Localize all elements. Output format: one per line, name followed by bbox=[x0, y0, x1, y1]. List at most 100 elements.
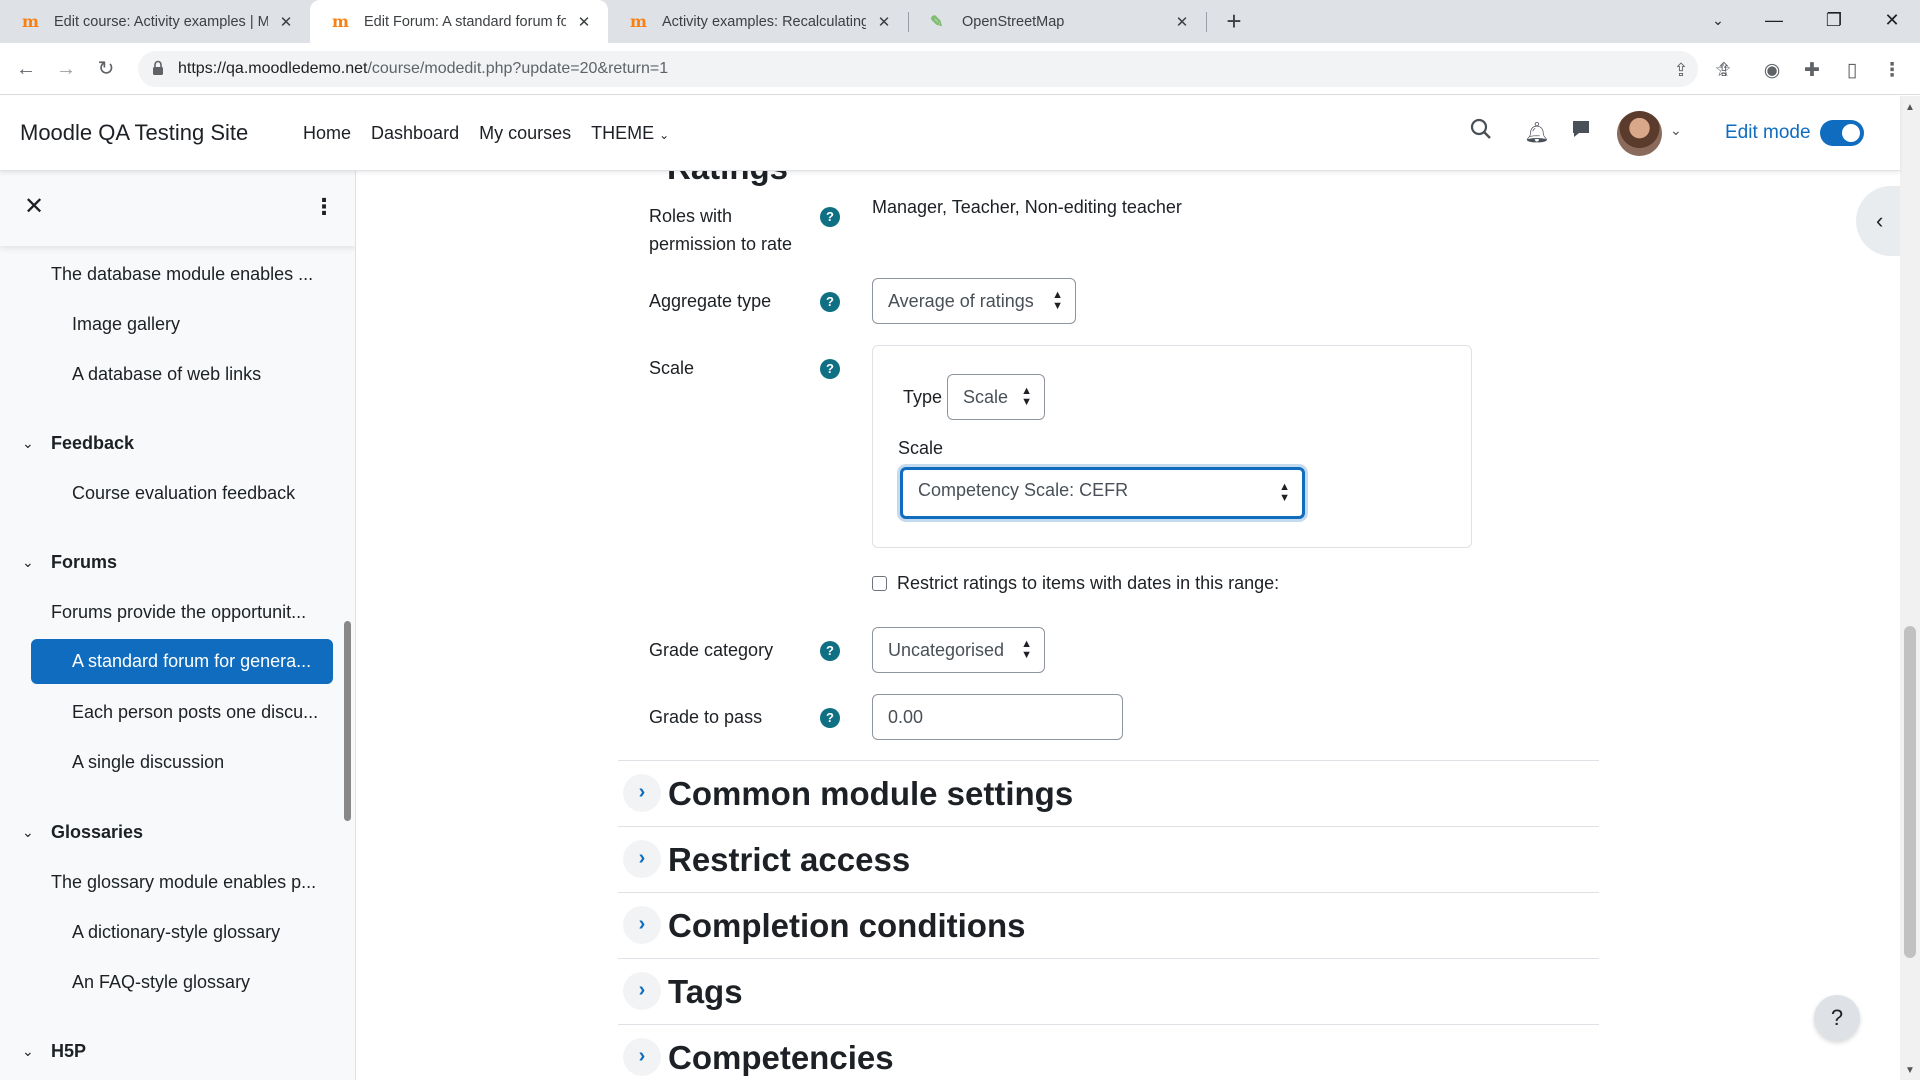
reload-icon[interactable]: ↻ bbox=[90, 53, 122, 85]
section-common-module-settings[interactable]: › Common module settings bbox=[618, 760, 1599, 826]
scale-select[interactable]: Competency Scale: CEFR ▲ ▼ bbox=[900, 467, 1305, 519]
course-index-item-active[interactable]: A standard forum for genera... bbox=[31, 639, 333, 684]
grade-to-pass-label: Grade to pass bbox=[649, 707, 763, 727]
window-close-button[interactable]: ✕ bbox=[1864, 0, 1920, 43]
close-drawer-icon[interactable]: ✕ bbox=[20, 193, 48, 221]
restore-button[interactable]: ❐ bbox=[1806, 0, 1862, 43]
chevron-down-icon[interactable]: ⌄ bbox=[1670, 122, 1682, 139]
chevron-left-icon: ‹ bbox=[1876, 208, 1884, 233]
lock-icon bbox=[153, 60, 163, 75]
browser-tab[interactable]: m Edit course: Activity examples | M ✕ bbox=[0, 0, 310, 43]
grade-category-select[interactable]: Uncategorised ▲ ▼ bbox=[872, 627, 1045, 673]
close-icon[interactable]: ✕ bbox=[1172, 13, 1192, 31]
bell-icon[interactable]: 🔔︎ bbox=[1522, 118, 1552, 148]
section-glossaries[interactable]: ⌄ Glossaries bbox=[22, 822, 143, 843]
restrict-ratings-checkbox[interactable] bbox=[872, 576, 887, 591]
minimize-button[interactable]: — bbox=[1746, 0, 1802, 43]
select-value: Competency Scale: CEFR bbox=[918, 480, 1129, 500]
tab-separator bbox=[1206, 12, 1207, 32]
course-index-item[interactable]: The database module enables ... bbox=[51, 264, 341, 285]
drawer-scrollbar[interactable] bbox=[344, 621, 351, 821]
section-completion-conditions[interactable]: › Completion conditions bbox=[618, 892, 1599, 958]
section-tags[interactable]: › Tags bbox=[618, 958, 1599, 1024]
select-arrows-icon: ▲ ▼ bbox=[1021, 638, 1032, 661]
kebab-menu-icon[interactable]: ⋮ bbox=[310, 193, 338, 221]
chevron-right-icon[interactable]: › bbox=[623, 1038, 661, 1076]
search-icon[interactable] bbox=[1466, 118, 1496, 148]
course-index-item[interactable]: A database of web links bbox=[72, 364, 342, 385]
forward-icon[interactable]: → bbox=[50, 53, 82, 85]
course-index-item[interactable]: An FAQ-style glossary bbox=[72, 972, 342, 993]
new-tab-button[interactable]: + bbox=[1218, 6, 1250, 38]
scroll-down-icon[interactable]: ▼ bbox=[1905, 1065, 1915, 1076]
section-h5p[interactable]: ⌄ H5P bbox=[22, 1041, 86, 1062]
close-icon[interactable]: ✕ bbox=[276, 13, 296, 31]
roles-value: Manager, Teacher, Non-editing teacher bbox=[872, 197, 1182, 217]
section-title[interactable]: Common module settings bbox=[668, 775, 1073, 813]
select-value: Average of ratings bbox=[888, 291, 1034, 311]
chevron-right-icon[interactable]: › bbox=[623, 840, 661, 878]
share-icon[interactable]: ⇪ bbox=[1671, 60, 1691, 80]
page-scrollbar[interactable]: ▲ ▼ bbox=[1900, 96, 1920, 1080]
close-icon[interactable]: ✕ bbox=[574, 13, 594, 31]
url-host: https://qa.moodledemo.net bbox=[178, 60, 368, 77]
section-title[interactable]: Completion conditions bbox=[668, 907, 1025, 945]
scrollbar-thumb[interactable] bbox=[1904, 626, 1916, 958]
tab-search-icon[interactable]: ⌄ bbox=[1690, 0, 1746, 43]
chevron-right-icon[interactable]: › bbox=[623, 906, 661, 944]
back-icon[interactable]: ← bbox=[10, 53, 42, 85]
course-index-item[interactable]: Forums provide the opportunit... bbox=[51, 602, 341, 623]
help-icon[interactable]: ? bbox=[820, 292, 840, 312]
edit-mode-label: Edit mode bbox=[1725, 122, 1811, 143]
course-index-item[interactable]: The glossary module enables p... bbox=[51, 872, 341, 893]
help-button[interactable]: ? bbox=[1814, 995, 1860, 1041]
chevron-right-icon[interactable]: › bbox=[623, 774, 661, 812]
puzzle-icon[interactable]: ✚ bbox=[1800, 60, 1824, 84]
section-title[interactable]: Competencies bbox=[668, 1039, 894, 1077]
extension-icon[interactable]: ◉ bbox=[1760, 60, 1784, 84]
nav-link-theme[interactable]: THEME ⌄ bbox=[591, 123, 669, 144]
scroll-up-icon[interactable]: ▲ bbox=[1905, 102, 1915, 113]
nav-link-my-courses[interactable]: My courses bbox=[479, 123, 571, 144]
nav-link-home[interactable]: Home bbox=[303, 123, 351, 144]
url-bar[interactable]: https://qa.moodledemo.net/course/modedit… bbox=[138, 51, 1698, 87]
help-icon[interactable]: ? bbox=[820, 359, 840, 379]
section-title[interactable]: Restrict access bbox=[668, 841, 910, 879]
aggregate-type-select[interactable]: Average of ratings ▲ ▼ bbox=[872, 278, 1076, 324]
course-index-item[interactable]: Image gallery bbox=[72, 314, 342, 335]
help-icon[interactable]: ? bbox=[820, 207, 840, 227]
url-text: https://qa.moodledemo.net/course/modedit… bbox=[178, 60, 668, 78]
section-competencies[interactable]: › Competencies bbox=[618, 1024, 1599, 1080]
course-index-item[interactable]: A single discussion bbox=[72, 752, 342, 773]
section-restrict-access[interactable]: › Restrict access bbox=[618, 826, 1599, 892]
grade-to-pass-input[interactable]: 0.00 bbox=[872, 694, 1123, 740]
bookmark-star-icon[interactable]: ☆ bbox=[1711, 60, 1735, 84]
nav-link-dashboard[interactable]: Dashboard bbox=[371, 123, 459, 144]
messages-icon[interactable] bbox=[1566, 118, 1596, 148]
chevron-right-icon[interactable]: › bbox=[623, 972, 661, 1010]
site-name[interactable]: Moodle QA Testing Site bbox=[20, 120, 248, 146]
help-icon[interactable]: ? bbox=[820, 708, 840, 728]
chevron-down-icon: ⌄ bbox=[659, 128, 670, 142]
close-icon[interactable]: ✕ bbox=[874, 13, 894, 31]
moodle-icon: m bbox=[630, 12, 647, 31]
chrome-menu-icon[interactable]: ⋮ bbox=[1880, 60, 1904, 84]
browser-tab[interactable]: ✎ OpenStreetMap ✕ bbox=[908, 0, 1206, 43]
course-index-item[interactable]: Course evaluation feedback bbox=[72, 483, 342, 504]
section-feedback[interactable]: ⌄ Feedback bbox=[22, 433, 134, 454]
select-value: Scale bbox=[963, 387, 1009, 407]
scale-fieldset: Type Scale ▲ ▼ Scale Competency Scale: CE… bbox=[872, 345, 1472, 548]
side-panel-icon[interactable]: ▯ bbox=[1840, 60, 1864, 84]
section-title[interactable]: Tags bbox=[668, 973, 743, 1011]
help-icon[interactable]: ? bbox=[820, 641, 840, 661]
browser-tab-active[interactable]: m Edit Forum: A standard forum for ✕ bbox=[310, 0, 608, 43]
course-index-item[interactable]: Each person posts one discu... bbox=[72, 702, 342, 723]
course-index-item[interactable]: A dictionary-style glossary bbox=[72, 922, 342, 943]
avatar[interactable] bbox=[1617, 111, 1662, 156]
scale-inner-label: Scale bbox=[898, 438, 944, 458]
browser-tab[interactable]: m Activity examples: Recalculating ✕ bbox=[608, 0, 908, 43]
restrict-ratings-label[interactable]: Restrict ratings to items with dates in … bbox=[897, 573, 1279, 594]
section-forums[interactable]: ⌄ Forums bbox=[22, 552, 117, 573]
scale-type-select[interactable]: Scale ▲ ▼ bbox=[947, 374, 1045, 420]
edit-mode-toggle[interactable] bbox=[1820, 120, 1864, 146]
